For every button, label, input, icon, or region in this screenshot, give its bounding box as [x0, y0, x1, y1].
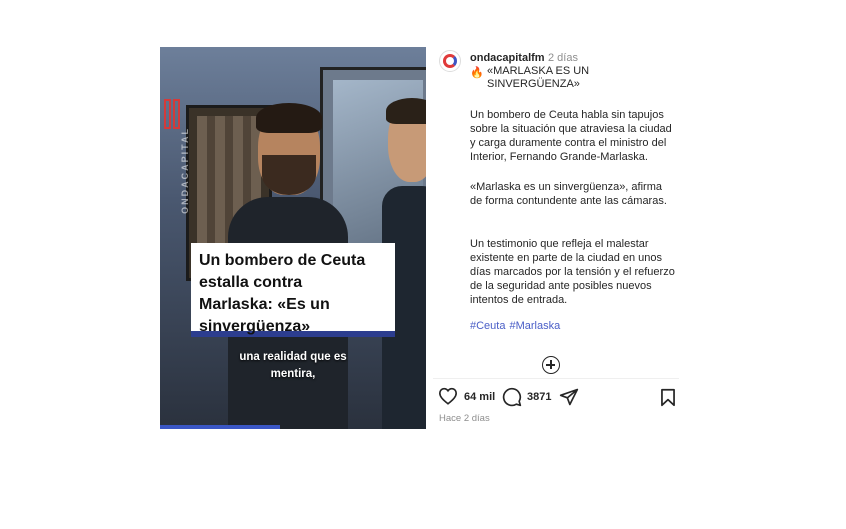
fire-emoji-icon: 🔥 [470, 67, 484, 79]
video-progress-bar[interactable] [160, 425, 280, 429]
bookmark-icon[interactable] [659, 388, 677, 407]
divider [433, 378, 679, 379]
caption-paragraph-2: «Marlaska es un sinvergüenza», afirma de… [470, 181, 667, 207]
hashtags: #Ceuta #Marlaska [470, 320, 564, 332]
heart-icon[interactable] [438, 387, 458, 405]
caption-paragraph-1: Un bombero de Ceuta habla sin tapujos so… [470, 109, 672, 163]
comment-icon[interactable] [502, 387, 522, 407]
account-username[interactable]: ondacapitalfm [470, 52, 545, 64]
video-subtitle: una realidad que es mentira, [239, 351, 347, 380]
share-icon[interactable] [559, 387, 579, 407]
caption-title: «MARLASKA ES UN SINVERGÜENZA» [487, 65, 590, 90]
reel-video[interactable]: ONDACAPITAL Un bombero de Ceuta estalla … [160, 47, 426, 429]
add-circle-icon[interactable] [542, 356, 560, 374]
video-headline-card: Un bombero de Ceuta estalla contra Marla… [191, 243, 395, 337]
account-avatar[interactable] [439, 50, 461, 72]
caption-paragraph-3: Un testimonio que refleja el malestar ex… [470, 238, 675, 306]
like-count: 64 mil [464, 391, 496, 403]
video-headline: Un bombero de Ceuta estalla contra Marla… [199, 252, 366, 335]
hashtag-link[interactable]: #Ceuta [470, 320, 505, 332]
post-timestamp: Hace 2 días [439, 413, 490, 424]
post-time: 2 días [548, 52, 578, 64]
video-watermark: ONDACAPITAL [180, 127, 190, 214]
comment-count: 3871 [527, 391, 552, 403]
hashtag-link[interactable]: #Marlaska [509, 320, 560, 332]
